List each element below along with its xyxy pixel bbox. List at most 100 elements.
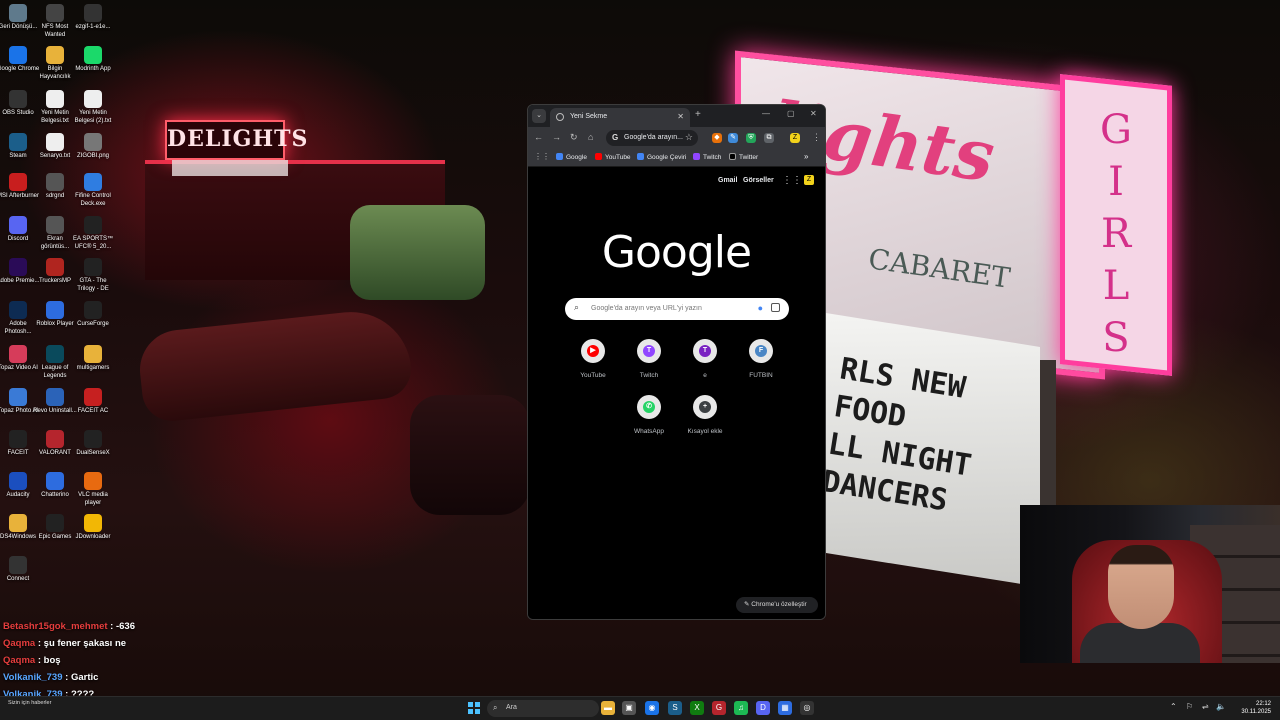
shortcut-icon-circle: F (749, 339, 773, 363)
xbox-icon[interactable]: X (690, 701, 704, 715)
start-button-icon[interactable] (468, 702, 480, 714)
address-bar[interactable]: G Google'da arayın... ☆ (606, 130, 698, 146)
wallpaper-green-truck (350, 205, 485, 300)
gmail-link[interactable]: Gmail (718, 177, 737, 184)
desktop-shortcut[interactable]: EA SPORTS™ UFC® 5_20... (71, 216, 115, 251)
minimize-button[interactable]: — (762, 109, 770, 118)
shortcut-label: Kısayol ekle (687, 428, 723, 435)
recycle-bin-icon (9, 4, 27, 22)
extension-orange-icon[interactable]: ◆ (712, 133, 722, 143)
tab-close-icon[interactable]: ✕ (677, 112, 684, 121)
bookmark-label: Twitch (703, 154, 722, 161)
tab-search-button[interactable]: ⌄ (532, 109, 546, 123)
shortcut-tile[interactable]: + Kısayol ekle (677, 395, 733, 435)
desktop-shortcut[interactable]: FACEIT AC (71, 388, 115, 416)
bookmark-label: Google Çeviri (647, 154, 687, 161)
desktop-shortcut[interactable]: ZIGOBI.png (71, 133, 115, 161)
desktop-shortcut[interactable]: VLC media player (71, 472, 115, 507)
shortcut-tile[interactable]: ▶ YouTube (565, 339, 621, 379)
bookmark-favicon-icon (637, 153, 644, 160)
desktop-shortcut[interactable]: multigamers (71, 345, 115, 373)
bookmark-item[interactable]: Google (556, 153, 587, 161)
obs-icon[interactable]: ◎ (800, 701, 814, 715)
desktop-shortcut-label: Discord (7, 236, 29, 242)
taskbar-search[interactable]: ⌕ Ara (487, 700, 599, 717)
wallpaper-marquee-text: RLS NEW FOOD LL NIGHT DANCERS (819, 351, 974, 519)
network-icon[interactable]: ⇌ (1202, 702, 1209, 711)
search-box[interactable]: ⌕ Google'da arayın veya URL'yi yazın ● (565, 298, 789, 320)
shortcut-label: FUTBIN (749, 372, 773, 379)
tray-notification-icon[interactable]: ⚐ (1186, 702, 1193, 711)
taskbar: Sizin için haberler ⌕ Ara ▬ ▣ ◉ S X G ♫ D ▦ ◎ ⌃ ⚐ ⇌… (0, 696, 1280, 720)
shortcut-tile[interactable]: ✆ WhatsApp (621, 395, 677, 435)
bookmarks-overflow-icon[interactable]: » (804, 152, 808, 161)
extensions-puzzle-icon[interactable]: ⧉ (764, 133, 774, 143)
back-icon[interactable]: ← (534, 132, 543, 142)
connect-icon (9, 556, 27, 574)
tray-overflow-icon[interactable]: ⌃ (1170, 702, 1177, 711)
bookmark-item[interactable]: Twitch (693, 153, 721, 161)
extension-blue-icon[interactable]: ✎ (728, 133, 738, 143)
desktop-shortcut-label: NFS Most Wanted (41, 24, 69, 38)
forward-icon[interactable]: → (552, 132, 561, 142)
chrome-menu-icon[interactable]: ⋮ (812, 132, 821, 143)
desktop-shortcut[interactable]: JDownloader (71, 514, 115, 542)
chrome-window[interactable]: ⌄ Yeni Sekme ✕ + — ▢ ✕ ← → ↻ ⌂ G Google'… (527, 104, 826, 620)
desktop-shortcut[interactable]: Yeni Metin Belgesi (2).txt (71, 90, 115, 125)
reload-icon[interactable]: ↻ (570, 132, 578, 143)
taskbar-clock[interactable]: 22:12 30.11.2025 (1237, 700, 1271, 716)
google-lens-icon[interactable] (771, 303, 780, 312)
apps-grid-icon[interactable]: ⋮⋮ (534, 152, 550, 161)
tab-new-tab[interactable]: Yeni Sekme ✕ (550, 108, 690, 127)
desktop-shortcut-label: OBS Studio (2, 110, 34, 116)
task-view-icon[interactable]: ▣ (622, 701, 636, 715)
shortcut-tile[interactable]: T Twitch (621, 339, 677, 379)
desktop-shortcut-label: ZIGOBI.png (76, 153, 109, 159)
account-avatar[interactable]: Z (804, 175, 814, 185)
customize-chrome-button[interactable]: ✎ Chrome'u özelleştir (736, 597, 818, 613)
steam-icon[interactable]: S (668, 701, 682, 715)
photos-icon[interactable]: ▦ (778, 701, 792, 715)
chat-message: Volkanik_739 : Gartic (3, 669, 203, 686)
news-widget[interactable]: Sizin için haberler (8, 700, 51, 706)
microphone-icon[interactable]: ● (758, 303, 763, 313)
spotify-icon[interactable]: ♫ (734, 701, 748, 715)
browser-toolbar: ← → ↻ ⌂ G Google'da arayın... ☆ ◆ ✎ ⛨ ⧉ Z ⋮ (528, 127, 825, 149)
extension-shield-icon[interactable]: ⛨ (746, 133, 756, 143)
discord-icon[interactable]: D (756, 701, 770, 715)
desktop-shortcut[interactable]: Modrinth App (71, 46, 115, 74)
desktop-shortcut[interactable]: CurseForge (71, 301, 115, 329)
images-link[interactable]: Görseller (743, 177, 774, 184)
close-window-button[interactable]: ✕ (810, 109, 817, 118)
desktop-shortcut[interactable]: DualSenseX (71, 430, 115, 458)
file-explorer-icon[interactable]: ▬ (601, 701, 615, 715)
bookmark-favicon-icon (595, 153, 602, 160)
desktop-shortcut[interactable]: GTA - The Trilogy - DE (71, 258, 115, 293)
bookmark-item[interactable]: Twitter (729, 153, 758, 161)
profile-icon[interactable]: Z (790, 133, 800, 143)
bookmark-item[interactable]: YouTube (595, 153, 631, 161)
gta-icon[interactable]: G (712, 701, 726, 715)
desktop-shortcut[interactable]: ezgif-1-e1e... (71, 4, 115, 32)
volume-icon[interactable]: 🔈 (1216, 702, 1226, 711)
shortcut-label: Twitch (639, 372, 659, 379)
text-file-icon (84, 90, 102, 108)
shortcut-tile[interactable]: F FUTBIN (733, 339, 789, 379)
shortcut-icon-circle: ▶ (581, 339, 605, 363)
bookmark-item[interactable]: Google Çeviri (637, 153, 686, 161)
desktop-shortcut-label: VALORANT (39, 450, 71, 456)
shortcut-icon-circle: ✆ (637, 395, 661, 419)
wallpaper-sign-panel (172, 160, 288, 176)
desktop-shortcut[interactable]: Fifine Control Deck.exe (71, 173, 115, 208)
chat-message: Qaqma : boş (3, 652, 203, 669)
desktop-shortcut[interactable]: Connect (0, 556, 40, 584)
desktop-shortcut-label: VLC media player (78, 492, 108, 506)
new-tab-button[interactable]: + (695, 109, 701, 120)
photoshop-icon (9, 301, 27, 319)
chrome-icon[interactable]: ◉ (645, 701, 659, 715)
home-icon[interactable]: ⌂ (588, 132, 593, 142)
shortcut-tile[interactable]: Te (677, 339, 733, 379)
bookmark-star-icon[interactable]: ☆ (685, 132, 693, 143)
desktop-shortcut-label: Epic Games (38, 534, 72, 540)
maximize-button[interactable]: ▢ (787, 109, 795, 118)
